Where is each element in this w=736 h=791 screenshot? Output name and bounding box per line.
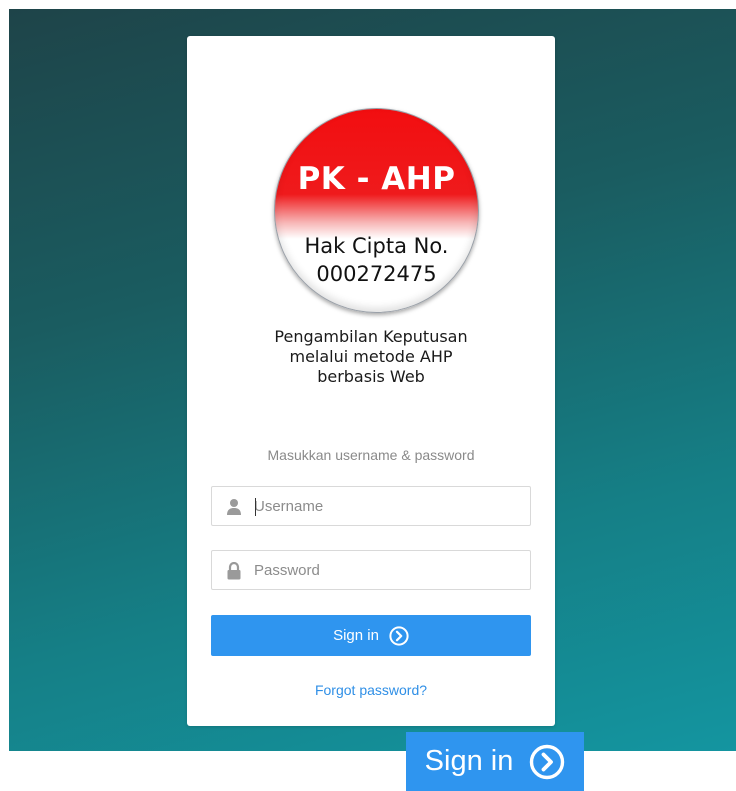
logo-copyright-number: 000272475: [316, 262, 437, 286]
user-icon: [227, 499, 241, 515]
logo-copyright-label: Hak Cipta No.: [304, 234, 449, 258]
password-input[interactable]: [254, 551, 524, 589]
username-field[interactable]: [211, 486, 531, 526]
sign-in-zoom-label: Sign in: [424, 745, 514, 777]
lock-icon: [227, 562, 241, 580]
forgot-password-link[interactable]: Forgot password?: [187, 682, 555, 698]
logo-title: PK - AHP: [297, 161, 456, 197]
sign-in-button[interactable]: Sign in: [211, 615, 531, 656]
login-prompt: Masukkan username & password: [267, 447, 475, 463]
sign-in-button-zoom[interactable]: Sign in: [406, 732, 584, 791]
chevron-circle-right-icon: [389, 625, 409, 646]
text-caret: [255, 498, 256, 516]
app-description: Pengambilan Keputusan melalui metode AHP…: [187, 327, 555, 387]
app-description-line: berbasis Web: [317, 367, 425, 386]
login-card: PK - AHP Hak Cipta No. 000272475 Pengamb…: [187, 36, 555, 726]
app-description-line: melalui metode AHP: [289, 347, 453, 366]
app-logo: PK - AHP Hak Cipta No. 000272475: [274, 108, 479, 313]
app-description-line: Pengambilan Keputusan: [274, 327, 468, 346]
username-input[interactable]: [254, 487, 524, 525]
sign-in-label: Sign in: [333, 627, 379, 644]
chevron-circle-right-icon: [530, 744, 565, 779]
password-field[interactable]: [211, 550, 531, 590]
